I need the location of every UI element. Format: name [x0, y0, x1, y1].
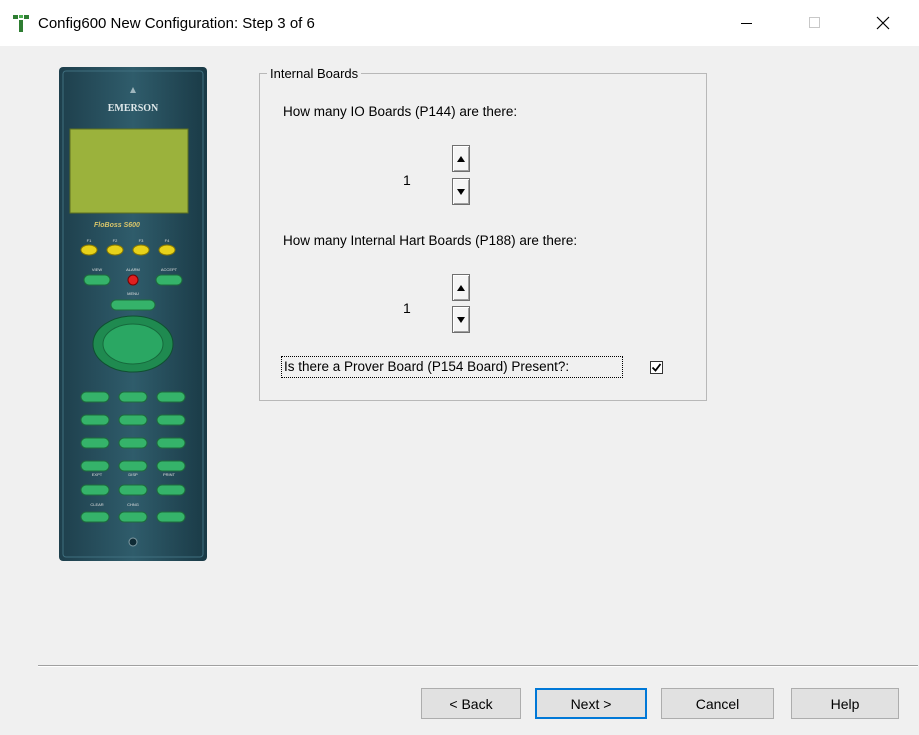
hart-boards-down-button[interactable] [452, 306, 470, 333]
key-label: MENU [127, 291, 139, 296]
arrow-down-icon [457, 188, 465, 195]
key-label: CHNG [127, 502, 139, 507]
cancel-button[interactable]: Cancel [661, 688, 774, 719]
close-button[interactable] [860, 0, 906, 46]
maximize-button[interactable] [792, 0, 838, 46]
next-button[interactable]: Next > [535, 688, 647, 719]
back-button[interactable]: < Back [421, 688, 521, 719]
arrow-up-icon [457, 284, 465, 291]
floboss-device-image: EMERSON FloBoss S600 F1 F2 F3 F4 VIEW AL… [59, 67, 207, 561]
key-label: VIEW [92, 267, 102, 272]
fkey-label: F3 [139, 238, 144, 243]
window-title: Config600 New Configuration: Step 3 of 6 [38, 15, 315, 32]
device-model: FloBoss S600 [94, 222, 140, 229]
hart-boards-up-button[interactable] [452, 274, 470, 301]
config600-app-icon [13, 15, 29, 32]
key-label: EXPT [92, 472, 103, 477]
minimize-button[interactable] [724, 0, 770, 46]
key-label: DISP [128, 472, 138, 477]
title-bar: Config600 New Configuration: Step 3 of 6 [0, 0, 919, 46]
maximize-icon [809, 17, 820, 28]
arrow-down-icon [457, 316, 465, 323]
checkmark-icon [651, 363, 662, 372]
help-button[interactable]: Help [791, 688, 899, 719]
key-label: PRINT [163, 472, 176, 477]
hart-boards-label: How many Internal Hart Boards (P188) are… [283, 233, 578, 248]
io-boards-up-button[interactable] [452, 145, 470, 172]
button-separator [38, 665, 918, 667]
io-boards-label: How many IO Boards (P144) are there: [283, 104, 518, 119]
prover-board-label[interactable]: Is there a Prover Board (P154 Board) Pre… [284, 359, 569, 374]
hart-boards-value[interactable]: 1 [403, 300, 411, 316]
fkey-label: F1 [87, 238, 92, 243]
close-icon [876, 16, 890, 30]
prover-board-checkbox[interactable] [650, 361, 663, 374]
key-label: ALARM [126, 267, 140, 272]
minimize-icon [741, 23, 752, 24]
fkey-label: F4 [165, 238, 170, 243]
group-legend: Internal Boards [267, 66, 362, 81]
key-label: ACCEPT [161, 267, 178, 272]
device-brand: EMERSON [108, 103, 159, 114]
io-boards-down-button[interactable] [452, 178, 470, 205]
arrow-up-icon [457, 155, 465, 162]
io-boards-value[interactable]: 1 [403, 172, 411, 188]
fkey-label: F2 [113, 238, 118, 243]
key-label: CLEAR [90, 502, 103, 507]
